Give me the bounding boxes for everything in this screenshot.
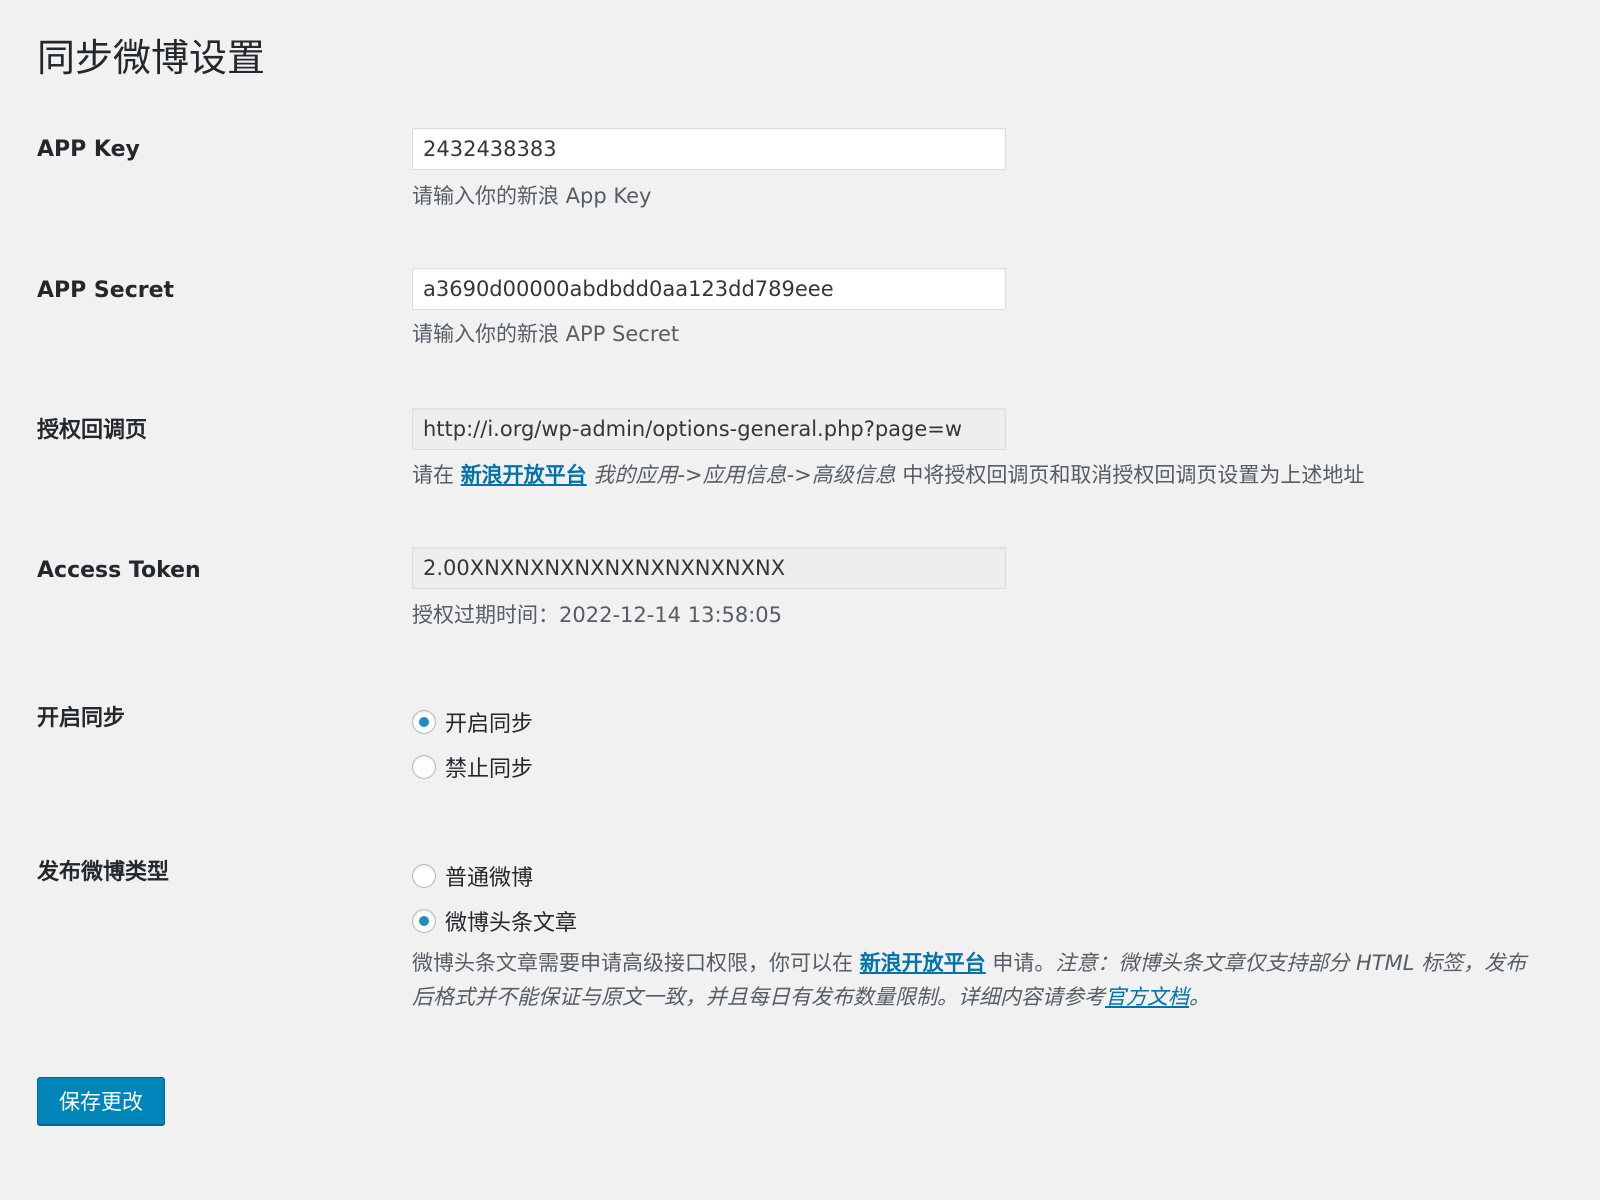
publish-article-text: 微博头条文章: [445, 911, 578, 936]
app-key-input[interactable]: [412, 128, 1006, 170]
publish-article-option[interactable]: 微博头条文章: [412, 905, 577, 937]
sync-label: 开启同步: [37, 706, 126, 731]
callback-description: 请在 新浪开放平台 我的应用->应用信息->高级信息 中将授权回调页和取消授权回…: [412, 458, 1364, 492]
save-changes-button[interactable]: 保存更改: [37, 1077, 165, 1125]
official-docs-link[interactable]: 官方文档: [1105, 985, 1189, 1009]
app-secret-label: APP Secret: [37, 278, 175, 303]
sync-enable-text: 开启同步: [445, 712, 534, 737]
sync-disable-option[interactable]: 禁止同步: [412, 751, 533, 783]
sync-enable-radio[interactable]: [412, 710, 436, 734]
sina-open-platform-link[interactable]: 新浪开放平台: [461, 463, 587, 487]
publish-normal-radio[interactable]: [412, 864, 436, 888]
app-secret-description: 请输入你的新浪 APP Secret: [412, 322, 680, 346]
note-sina-open-platform-link[interactable]: 新浪开放平台: [860, 951, 986, 975]
sync-disable-text: 禁止同步: [445, 757, 534, 782]
note-mid: 申请。: [985, 951, 1056, 975]
app-key-label: APP Key: [37, 137, 140, 162]
note-prefix: 微博头条文章需要申请高级接口权限，你可以在: [412, 951, 860, 975]
publish-normal-option[interactable]: 普通微博: [412, 860, 533, 892]
callback-desc-suffix: 中将授权回调页和取消授权回调页设置为上述地址: [895, 463, 1365, 487]
publish-article-radio[interactable]: [412, 909, 436, 933]
callback-label: 授权回调页: [37, 418, 148, 443]
access-token-expiry: 授权过期时间：2022-12-14 13:58:05: [412, 603, 783, 627]
publish-type-label: 发布微博类型: [37, 860, 170, 885]
callback-desc-path: 我的应用->应用信息->高级信息: [593, 463, 896, 487]
access-token-label: Access Token: [37, 558, 201, 583]
publish-normal-text: 普通微博: [445, 866, 534, 891]
sync-enable-option[interactable]: 开启同步: [412, 706, 533, 738]
sync-disable-radio[interactable]: [412, 755, 436, 779]
access-token-input[interactable]: [412, 547, 1006, 589]
app-key-description: 请输入你的新浪 App Key: [412, 184, 652, 208]
page-title: 同步微博设置: [37, 36, 266, 80]
radio-checked-dot: [419, 717, 429, 727]
note-end: 。: [1189, 985, 1210, 1009]
radio-checked-dot: [419, 916, 429, 926]
publish-type-note: 微博头条文章需要申请高级接口权限，你可以在 新浪开放平台 申请。注意：微博头条文…: [412, 946, 1530, 1014]
settings-page: 同步微博设置 APP Key 请输入你的新浪 App Key APP Secre…: [0, 0, 1600, 1200]
callback-url-input[interactable]: [412, 408, 1006, 450]
callback-desc-prefix: 请在: [412, 463, 461, 487]
app-secret-input[interactable]: [412, 268, 1006, 310]
